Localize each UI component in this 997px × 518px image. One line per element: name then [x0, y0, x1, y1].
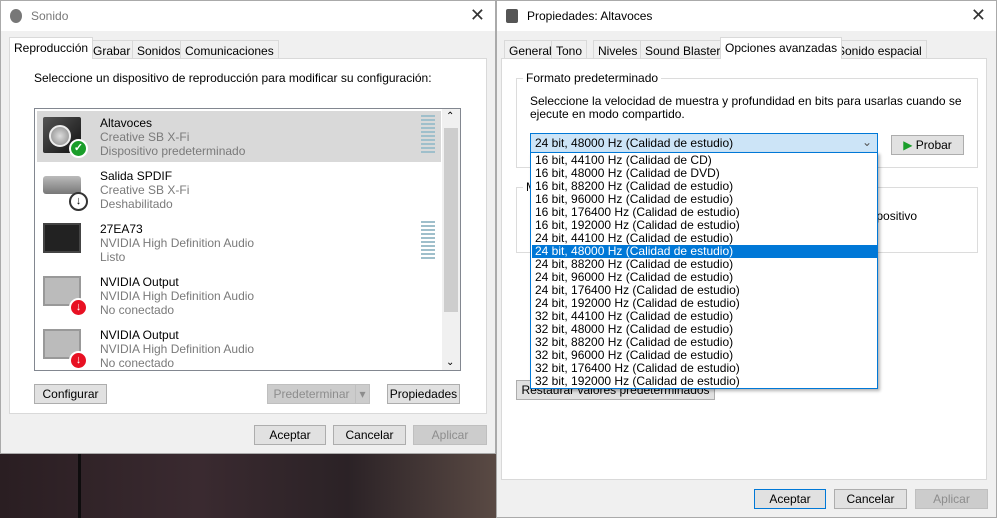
chevron-down-icon[interactable]: ▾	[355, 384, 370, 404]
level-meter	[421, 221, 435, 261]
tab-sonido-espacial[interactable]: Sonido espacial	[832, 40, 927, 59]
device-name: Salida SPDIF	[100, 169, 173, 183]
format-select[interactable]: 24 bit, 48000 Hz (Calidad de estudio) ⌄	[530, 133, 878, 153]
device-status: No conectado	[100, 303, 175, 317]
test-label: Probar	[915, 138, 952, 152]
device-status: Dispositivo predeterminado	[100, 144, 246, 158]
tab-grabar[interactable]: Grabar	[88, 40, 136, 59]
desktop-background	[0, 453, 497, 518]
scroll-down-icon[interactable]: ⌄	[446, 357, 454, 368]
scroll-up-icon[interactable]: ⌃	[446, 111, 454, 122]
apply-button[interactable]: Aplicar	[915, 489, 988, 509]
scrollbar[interactable]: ⌃ ⌄	[442, 109, 460, 370]
device-driver: Creative SB X-Fi	[100, 183, 190, 197]
device-driver: NVIDIA High Definition Audio	[100, 289, 255, 303]
ok-button[interactable]: Aceptar	[254, 425, 326, 445]
red-down-arrow-icon: ↓	[69, 351, 88, 370]
device-name: 27EA73	[100, 222, 143, 236]
monitor-icon	[43, 223, 81, 253]
tab-comunicaciones[interactable]: Comunicaciones	[180, 40, 279, 59]
properties-window: Propiedades: Altavoces ✕ General Tono Ni…	[496, 0, 997, 518]
close-icon[interactable]: ✕	[470, 5, 485, 26]
format-value: 24 bit, 48000 Hz (Calidad de estudio)	[535, 136, 734, 150]
close-icon[interactable]: ✕	[971, 5, 986, 26]
format-dropdown-list[interactable]: 16 bit, 44100 Hz (Calidad de CD) 16 bit, …	[530, 152, 878, 389]
instruction-text: Seleccione un dispositivo de reproducció…	[34, 71, 432, 85]
tab-sonidos[interactable]: Sonidos	[132, 40, 186, 59]
tab-general[interactable]: General	[504, 40, 557, 59]
device-driver: NVIDIA High Definition Audio	[100, 342, 255, 356]
device-name: Altavoces	[100, 116, 153, 130]
device-name: NVIDIA Output	[100, 328, 179, 342]
device-status: Listo	[100, 250, 126, 264]
set-default-button[interactable]: Predeterminar	[267, 384, 356, 404]
device-status: No conectado	[100, 356, 175, 370]
properties-button[interactable]: Propiedades	[387, 384, 460, 404]
cancel-button[interactable]: Cancelar	[333, 425, 406, 445]
desktop-divider	[78, 453, 81, 518]
device-item[interactable]: ↓ NVIDIA Output NVIDIA High Definition A…	[37, 270, 441, 321]
ok-button[interactable]: Aceptar	[754, 489, 826, 509]
device-status: Deshabilitado	[100, 197, 173, 211]
tab-niveles[interactable]: Niveles	[593, 40, 643, 59]
configure-button[interactable]: Configurar	[34, 384, 107, 404]
chevron-down-icon: ⌄	[861, 135, 872, 149]
test-button[interactable]: ▶ Probar	[891, 135, 964, 155]
device-item[interactable]: ↓ NVIDIA Output NVIDIA High Definition A…	[37, 323, 441, 370]
play-icon: ▶	[903, 138, 913, 152]
device-driver: Creative SB X-Fi	[100, 130, 190, 144]
tab-sound-blaster[interactable]: Sound Blaster	[640, 40, 726, 59]
device-item[interactable]: 27EA73 NVIDIA High Definition Audio List…	[37, 217, 441, 268]
apply-button[interactable]: Aplicar	[413, 425, 487, 445]
tab-opciones-avanzadas[interactable]: Opciones avanzadas	[720, 37, 843, 59]
level-meter	[421, 115, 435, 155]
down-arrow-icon: ↓	[69, 192, 88, 211]
title-bar[interactable]: Sonido ✕	[1, 1, 495, 31]
format-option[interactable]: 32 bit, 192000 Hz (Calidad de estudio)	[532, 375, 877, 388]
sound-window: Sonido ✕ Reproducción Grabar Sonidos Com…	[0, 0, 496, 454]
red-down-arrow-icon: ↓	[69, 298, 88, 317]
device-name: NVIDIA Output	[100, 275, 179, 289]
device-driver: NVIDIA High Definition Audio	[100, 236, 255, 250]
device-item[interactable]: ✓ Altavoces Creative SB X-Fi Dispositivo…	[37, 111, 441, 162]
group-label: Formato predeterminado	[523, 71, 662, 85]
device-list[interactable]: ✓ Altavoces Creative SB X-Fi Dispositivo…	[34, 108, 461, 371]
device-item[interactable]: ↓ Salida SPDIF Creative SB X-Fi Deshabil…	[37, 164, 441, 215]
window-title: Propiedades: Altavoces	[527, 9, 653, 23]
scroll-thumb[interactable]	[444, 128, 458, 312]
speaker-icon	[506, 9, 518, 23]
cancel-button[interactable]: Cancelar	[834, 489, 907, 509]
tab-tono[interactable]: Tono	[551, 40, 588, 59]
sound-app-icon	[10, 9, 22, 23]
tab-reproduccion[interactable]: Reproducción	[9, 37, 94, 59]
title-bar[interactable]: Propiedades: Altavoces ✕	[497, 1, 996, 31]
window-title: Sonido	[31, 9, 69, 23]
format-description: Seleccione la velocidad de muestra y pro…	[530, 94, 962, 121]
check-icon: ✓	[69, 139, 88, 158]
